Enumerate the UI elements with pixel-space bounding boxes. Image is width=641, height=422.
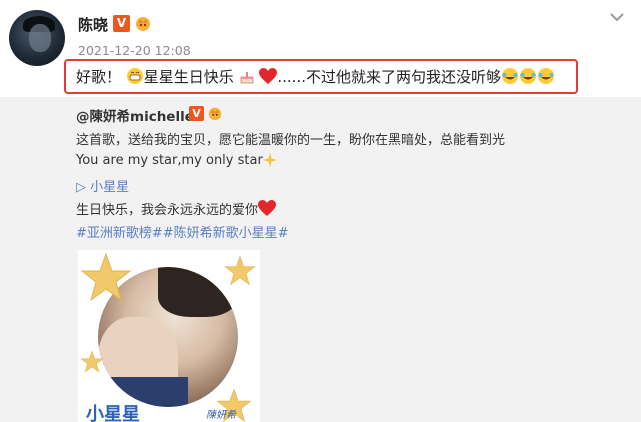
repost-text-english: You are my star,my only star (76, 153, 263, 168)
crown-icon (136, 17, 150, 31)
post-text-part1: 好歌！ (76, 68, 122, 86)
post-text-part3: ......不过他就来了两句我还没听够 (277, 68, 501, 86)
heart-emoji-icon (258, 200, 277, 216)
post-image[interactable]: 小星星 陳妍希 (78, 250, 260, 422)
hashtags[interactable]: #亚洲新歌榜##陈妍希新歌小星星# (76, 222, 289, 241)
repost-text-line: You are my star,my only star (76, 153, 277, 168)
heart-emoji-icon (259, 68, 278, 84)
post-timestamp[interactable]: 2021-12-20 12:08 (78, 43, 191, 58)
photo-signature: 陳妍希 (206, 410, 236, 421)
repost-birthday-text: 生日快乐，我会永远永远的爱你 (76, 203, 259, 218)
laugh-cry-emoji-icon (502, 68, 518, 84)
username[interactable]: 陈晓 (78, 14, 108, 35)
repost-text-line: 生日快乐，我会永远永远的爱你 (76, 199, 277, 218)
weibo-post: 陈晓 V 2021-12-20 12:08 好歌！ 星星生日快乐 ......不… (0, 0, 641, 422)
grin-emoji-icon (126, 68, 143, 84)
avatar[interactable] (9, 10, 65, 66)
crown-icon (208, 107, 222, 121)
star-icon (80, 350, 104, 373)
repost-username[interactable]: @陳妍希michelle (76, 105, 194, 125)
star-icon (80, 252, 132, 302)
sparkle-emoji-icon (262, 153, 277, 167)
repost-verified-badge: V (189, 106, 204, 121)
star-icon (224, 255, 256, 286)
post-text-part2: 星星生日快乐 (143, 68, 234, 86)
photo-caption: 小星星 (86, 404, 140, 422)
repost-text-line: 这首歌，送给我的宝贝，愿它能温暖你的一生，盼你在黑暗处，总能看到光 (76, 133, 506, 148)
music-link[interactable]: ▷ 小星星 (76, 176, 129, 195)
laugh-cry-emoji-icon (520, 68, 536, 84)
laugh-cry-emoji-icon (538, 68, 554, 84)
cake-emoji-icon (240, 72, 253, 84)
verified-badge: V (113, 15, 130, 32)
chevron-down-icon[interactable] (608, 10, 626, 24)
post-text: 好歌！ 星星生日快乐 ......不过他就来了两句我还没听够 (76, 66, 555, 87)
